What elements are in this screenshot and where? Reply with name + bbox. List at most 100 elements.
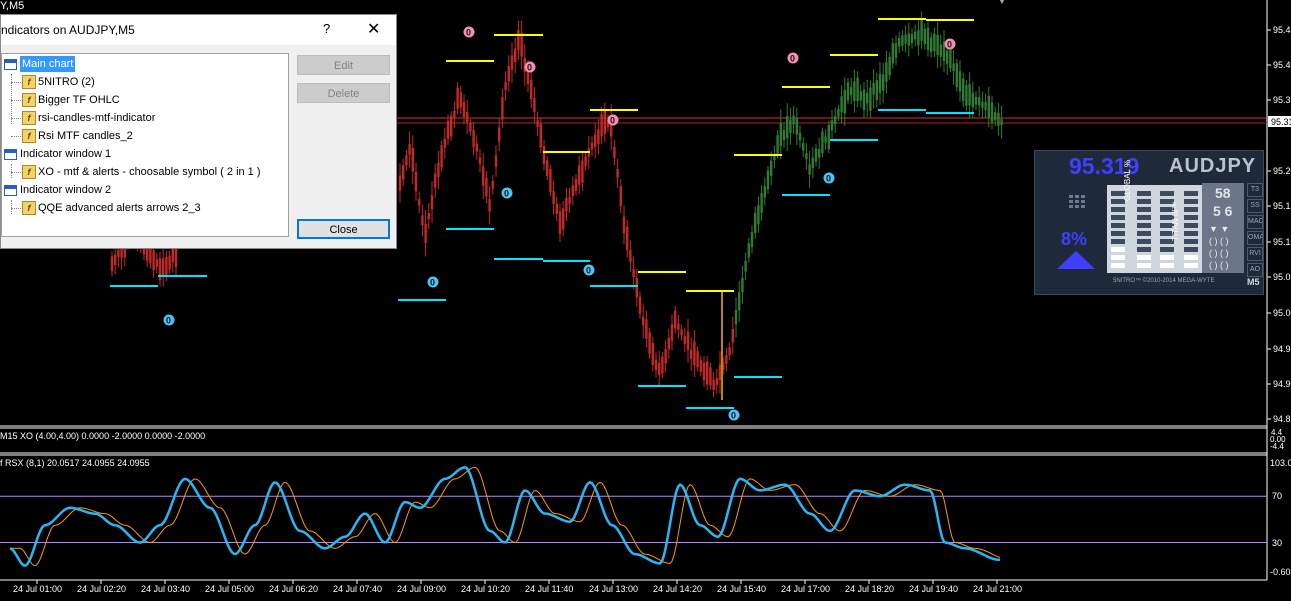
candle-body	[805, 153, 808, 160]
meter-segment	[1184, 223, 1198, 228]
panel-num1: 58	[1215, 185, 1231, 201]
rsx-signal-line	[10, 466, 1001, 567]
candle-body	[920, 19, 923, 41]
indicators-dialog[interactable]: ndicators on AUDJPY,M5 ? ✕ Main chart f 5N…	[0, 14, 397, 249]
candle-body	[491, 181, 494, 189]
rsx-axis-label-30: 30	[1272, 538, 1283, 548]
tree-item-indicator[interactable]: 5NITRO (2)	[38, 74, 95, 90]
candle-body	[846, 82, 850, 101]
candle-body	[466, 112, 469, 123]
chart-shift-marker-icon[interactable]: ▼	[998, 0, 1006, 6]
candle-body	[978, 97, 981, 106]
panel-side-tags: T3 SS MAC OMA RVI AO	[1247, 183, 1263, 279]
time-tick-label: 24 Jul 11:40	[525, 584, 573, 594]
xo-bottom-marker-label: 0	[430, 278, 435, 288]
tree-connector	[11, 164, 12, 178]
candle-body	[485, 177, 488, 197]
help-icon[interactable]: ?	[323, 21, 330, 36]
candle-body	[808, 164, 811, 175]
tree-item-window[interactable]: Main chart	[20, 56, 76, 72]
candle-body	[750, 232, 754, 247]
rsx-layer	[0, 466, 1267, 567]
candle-body	[853, 81, 856, 101]
current-price-tag: 95.31	[1271, 117, 1291, 127]
candle-body	[565, 197, 568, 212]
tree-connector	[11, 136, 21, 137]
time-tick-label: 24 Jul 14:20	[653, 584, 702, 594]
candle-body	[670, 324, 674, 341]
xo-window-title: M15 XO (4.00,4.00) 0.0000 -2.0000 0.0000…	[0, 431, 206, 441]
candle-body	[619, 185, 622, 207]
time-tick-label: 24 Jul 13:00	[589, 584, 638, 594]
indicator-fx-icon: f	[22, 129, 36, 143]
delete-button[interactable]: Delete	[297, 83, 390, 103]
candle-body	[936, 34, 939, 56]
candle-body	[738, 292, 741, 311]
panel-percent: 8%	[1061, 229, 1088, 249]
xo-axis-label-bottom: -4.4	[1270, 442, 1284, 451]
time-tick-label: 24 Jul 17:00	[781, 584, 830, 594]
tree-item-indicator[interactable]: QQE advanced alerts arrows 2_3	[38, 200, 201, 216]
rsx-axis-label-70: 70	[1272, 491, 1283, 501]
time-tick-label: 24 Jul 21:00	[973, 584, 1022, 594]
candle-body	[600, 114, 603, 137]
close-icon[interactable]: ✕	[367, 19, 380, 39]
candle-body	[910, 33, 914, 44]
candle-body	[776, 135, 779, 154]
time-tick-label: 24 Jul 07:40	[333, 584, 382, 594]
candle-body	[894, 43, 898, 58]
indicator-fx-icon: f	[22, 75, 36, 89]
dialog-title-bar[interactable]: ndicators on AUDJPY,M5 ? ✕	[1, 15, 396, 45]
tree-item-indicator[interactable]: XO - mtf & alerts - choosable symbol ( 2…	[38, 164, 261, 180]
candle-body	[546, 160, 549, 176]
tree-item-indicator[interactable]: Rsi MTF candles_2	[38, 128, 133, 144]
candle-body	[1000, 119, 1003, 126]
price-tick-label: 95.15	[1273, 201, 1291, 211]
candle-body	[626, 226, 629, 251]
candle-body	[165, 257, 168, 275]
candle-body	[584, 156, 587, 167]
candle-body	[597, 129, 600, 145]
candle-body	[594, 134, 597, 147]
candle-body	[536, 120, 539, 128]
tree-item-indicator[interactable]: rsi-candles-mtf-indicator	[38, 110, 155, 126]
candle-body	[555, 203, 558, 214]
xo-top-marker-label: 0	[466, 28, 471, 38]
meter-segment	[1111, 223, 1125, 228]
candle-body	[443, 138, 446, 148]
tree-connector	[11, 200, 12, 214]
meter-segment	[1184, 239, 1198, 244]
candle-body	[613, 147, 616, 159]
candle-body	[690, 349, 693, 359]
candle-body	[501, 97, 504, 120]
candle-body	[763, 186, 766, 198]
meter-segment	[1160, 191, 1174, 196]
candle-body	[478, 157, 482, 164]
candle-body	[818, 149, 821, 158]
meter-segment	[1137, 207, 1151, 212]
tree-item-window[interactable]: Indicator window 1	[20, 146, 111, 162]
candle-body	[472, 129, 475, 148]
tree-item-indicator[interactable]: Bigger TF OHLC	[38, 92, 120, 108]
candle-body	[408, 143, 411, 155]
candle-body	[939, 44, 942, 57]
edit-button[interactable]: Edit	[297, 55, 390, 75]
xo-top-marker-label: 0	[790, 54, 795, 64]
meter-segment	[1111, 239, 1125, 244]
candle-body	[638, 296, 642, 314]
meter-segment	[1111, 207, 1125, 212]
meter-segment	[1184, 191, 1198, 196]
candle-body	[469, 122, 472, 132]
candle-body	[574, 179, 578, 191]
candle-body	[779, 122, 782, 146]
candle-body	[648, 332, 651, 355]
candle-body	[834, 116, 837, 125]
close-button[interactable]: Close	[297, 219, 390, 239]
tree-item-window[interactable]: Indicator window 2	[20, 182, 111, 198]
candle-body	[955, 63, 958, 88]
indicators-tree[interactable]: Main chart f 5NITRO (2) f Bigger TF OHLC f rsi…	[1, 53, 289, 237]
panel-side-tag: OMA	[1247, 231, 1263, 245]
candle-body	[437, 162, 440, 178]
candle-body	[578, 165, 581, 185]
candle-body	[949, 49, 952, 69]
